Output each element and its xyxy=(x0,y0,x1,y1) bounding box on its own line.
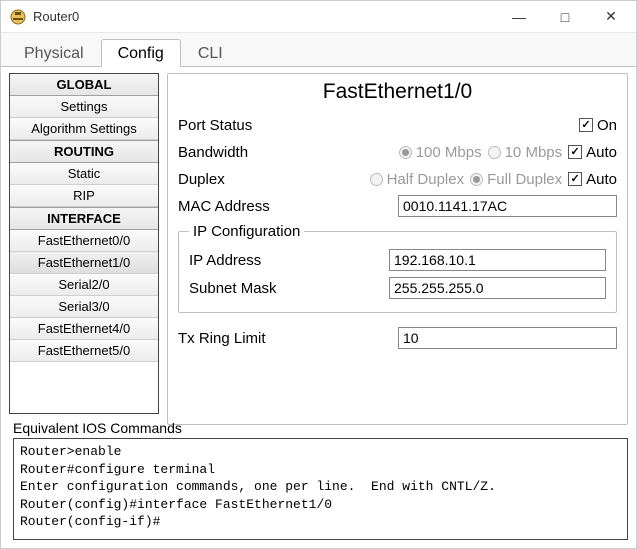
tab-config[interactable]: Config xyxy=(101,39,181,67)
bandwidth-10-label: 10 Mbps xyxy=(505,144,563,161)
ip-address-label: IP Address xyxy=(189,252,389,269)
main-tabs: Physical Config CLI xyxy=(1,33,636,67)
duplex-auto-checkbox[interactable] xyxy=(568,172,582,186)
sidebar-item-settings[interactable]: Settings xyxy=(10,96,158,118)
config-sidebar: GLOBAL Settings Algorithm Settings ROUTI… xyxy=(9,73,159,414)
row-duplex: Duplex Half Duplex Full Duplex Auto xyxy=(178,167,617,191)
titlebar: Router0 — □ ✕ xyxy=(1,1,636,33)
bandwidth-100-option[interactable]: 100 Mbps xyxy=(399,144,482,161)
bandwidth-10-option[interactable]: 10 Mbps xyxy=(488,144,563,161)
maximize-button[interactable]: □ xyxy=(542,2,588,32)
duplex-auto[interactable]: Auto xyxy=(568,171,617,188)
row-port-status: Port Status On xyxy=(178,113,617,137)
duplex-label: Duplex xyxy=(178,171,318,188)
duplex-auto-label: Auto xyxy=(586,171,617,188)
tx-ring-input[interactable] xyxy=(398,327,617,349)
config-body: GLOBAL Settings Algorithm Settings ROUTI… xyxy=(1,67,636,418)
duplex-half-label: Half Duplex xyxy=(387,171,465,188)
app-icon xyxy=(9,8,27,26)
sidebar-item-algorithm-settings[interactable]: Algorithm Settings xyxy=(10,118,158,140)
sidebar-item-serial30[interactable]: Serial3/0 xyxy=(10,296,158,318)
duplex-full-radio[interactable] xyxy=(470,173,483,186)
app-window: Router0 — □ ✕ Physical Config CLI GLOBAL… xyxy=(0,0,637,549)
minimize-button[interactable]: — xyxy=(496,2,542,32)
tx-ring-label: Tx Ring Limit xyxy=(178,330,398,347)
duplex-full-label: Full Duplex xyxy=(487,171,562,188)
sidebar-header-routing: ROUTING xyxy=(10,140,158,163)
bandwidth-auto-checkbox[interactable] xyxy=(568,145,582,159)
ip-configuration-legend: IP Configuration xyxy=(189,223,304,240)
bandwidth-label: Bandwidth xyxy=(178,144,318,161)
bandwidth-auto[interactable]: Auto xyxy=(568,144,617,161)
ios-console[interactable]: Router>enable Router#configure terminal … xyxy=(13,438,628,540)
interface-panel: FastEthernet1/0 Port Status On Bandwidth… xyxy=(167,73,628,425)
close-button[interactable]: ✕ xyxy=(588,2,634,32)
row-subnet-mask: Subnet Mask xyxy=(189,274,606,302)
sidebar-header-interface: INTERFACE xyxy=(10,207,158,230)
row-ip-address: IP Address xyxy=(189,246,606,274)
row-tx-ring: Tx Ring Limit xyxy=(178,326,617,350)
sidebar-item-fe00[interactable]: FastEthernet0/0 xyxy=(10,230,158,252)
subnet-mask-label: Subnet Mask xyxy=(189,280,389,297)
equivalent-ios-label: Equivalent IOS Commands xyxy=(1,418,636,438)
duplex-full-option[interactable]: Full Duplex xyxy=(470,171,562,188)
port-status-checkbox[interactable] xyxy=(579,118,593,132)
tab-cli[interactable]: CLI xyxy=(181,39,240,67)
console-wrap: Router>enable Router#configure terminal … xyxy=(1,438,636,548)
ip-address-input[interactable] xyxy=(389,249,606,271)
sidebar-item-serial20[interactable]: Serial2/0 xyxy=(10,274,158,296)
window-title: Router0 xyxy=(33,9,496,24)
mac-label: MAC Address xyxy=(178,198,398,215)
bandwidth-100-radio[interactable] xyxy=(399,146,412,159)
port-status-label: Port Status xyxy=(178,117,318,134)
port-status-on[interactable]: On xyxy=(579,117,617,134)
port-status-on-label: On xyxy=(597,117,617,134)
tab-physical[interactable]: Physical xyxy=(7,39,101,67)
ip-configuration-group: IP Configuration IP Address Subnet Mask xyxy=(178,223,617,313)
row-mac: MAC Address xyxy=(178,194,617,218)
duplex-half-option[interactable]: Half Duplex xyxy=(370,171,465,188)
bandwidth-10-radio[interactable] xyxy=(488,146,501,159)
bandwidth-auto-label: Auto xyxy=(586,144,617,161)
sidebar-item-rip[interactable]: RIP xyxy=(10,185,158,207)
sidebar-item-fe40[interactable]: FastEthernet4/0 xyxy=(10,318,158,340)
window-controls: — □ ✕ xyxy=(496,2,634,32)
sidebar-item-static[interactable]: Static xyxy=(10,163,158,185)
sidebar-header-global: GLOBAL xyxy=(10,74,158,96)
subnet-mask-input[interactable] xyxy=(389,277,606,299)
mac-input[interactable] xyxy=(398,195,617,217)
panel-title: FastEthernet1/0 xyxy=(178,80,617,104)
bandwidth-100-label: 100 Mbps xyxy=(416,144,482,161)
duplex-half-radio[interactable] xyxy=(370,173,383,186)
row-bandwidth: Bandwidth 100 Mbps 10 Mbps Auto xyxy=(178,140,617,164)
sidebar-item-fe50[interactable]: FastEthernet5/0 xyxy=(10,340,158,362)
sidebar-item-fe10[interactable]: FastEthernet1/0 xyxy=(10,252,158,274)
